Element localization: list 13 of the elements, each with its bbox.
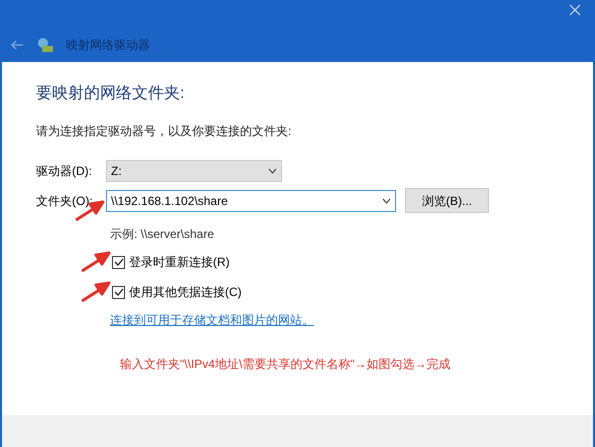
instruction-text: 请为连接指定驱动器号，以及你要连接的文件夹: bbox=[36, 123, 292, 140]
drive-label: 驱动器(D): bbox=[36, 163, 93, 180]
option-checkbox[interactable]: 使用其他凭据连接(C) bbox=[112, 283, 242, 301]
window-title: 映射网络驱动器 bbox=[66, 37, 150, 54]
browse-button[interactable]: 浏览(B)... bbox=[405, 188, 489, 213]
website-link[interactable]: 连接到可用于存储文档和图片的网站。 bbox=[110, 311, 593, 329]
example-text: 示例: \\server\share bbox=[110, 226, 216, 243]
folder-combobox[interactable]: \\192.168.1.102\share bbox=[106, 190, 396, 212]
annotation-text: 输入文件夹"\\IPv4地址\需要共享的文件名称"→如图勾选→完成 bbox=[120, 356, 452, 373]
drive-dropdown[interactable]: Z: bbox=[106, 160, 282, 182]
folder-label: 文件夹(O): bbox=[36, 192, 94, 210]
option-checkbox[interactable]: 登录时重新连接(R) bbox=[112, 253, 230, 271]
dialog-heading: 要映射的网络文件夹: bbox=[36, 84, 186, 104]
